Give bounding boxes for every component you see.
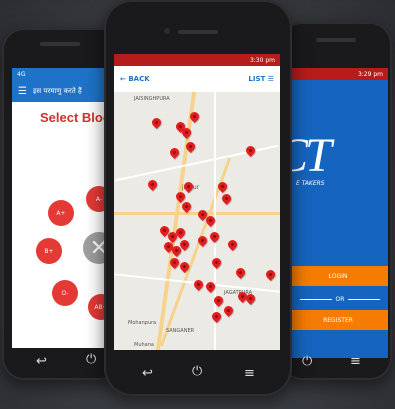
map-label: SANGANER — [166, 328, 195, 334]
register-button[interactable]: REGISTER — [290, 310, 388, 330]
login-button[interactable]: LOGIN — [290, 266, 388, 286]
location-pin[interactable] — [210, 256, 223, 269]
location-pin[interactable] — [234, 266, 247, 279]
header-title: इस परमाणु करते हैं — [32, 86, 82, 95]
right-phone: 3:29 pm CT E TAKERS LOGIN OR REGISTER ⏻ … — [280, 22, 392, 380]
status-time: 3:29 pm — [357, 70, 383, 78]
map-label: Mohanpura — [128, 320, 157, 326]
status-bar: 3:30 pm — [114, 54, 280, 66]
speaker — [40, 42, 80, 46]
back-nav-icon[interactable]: ↩ — [36, 354, 47, 369]
blood-group-o-minus[interactable]: O- — [52, 280, 78, 306]
list-button[interactable]: LIST ☰ — [248, 75, 274, 83]
location-pin[interactable] — [150, 116, 163, 129]
speaker — [316, 38, 356, 42]
status-bar: 3:29 pm — [290, 68, 388, 80]
status-time: 3:30 pm — [249, 56, 275, 64]
menu-icon[interactable]: ☰ — [18, 86, 27, 97]
or-label: OR — [335, 296, 345, 303]
back-nav-icon[interactable]: ↩ — [142, 366, 153, 381]
location-pin[interactable] — [192, 278, 205, 291]
map-header: ← BACK LIST ☰ — [114, 66, 280, 92]
location-pin[interactable] — [244, 144, 257, 157]
or-divider: OR — [300, 296, 380, 303]
location-pin[interactable] — [146, 178, 159, 191]
map-label: JAISINGHPURA — [134, 96, 170, 102]
center-phone: 3:30 pm ← BACK LIST ☰ JAISINGHPURA jaipu… — [104, 0, 292, 396]
front-camera — [164, 28, 170, 34]
menu-nav-icon[interactable]: ≡ — [244, 366, 255, 381]
speaker — [178, 30, 218, 34]
home-nav-icon[interactable]: ⏻ — [86, 352, 96, 367]
login-screen: 3:29 pm CT E TAKERS LOGIN OR REGISTER — [290, 68, 388, 358]
location-pin[interactable] — [208, 230, 221, 243]
app-logo: CT — [290, 129, 332, 182]
blood-group-b-plus[interactable]: B+ — [36, 238, 62, 264]
location-pin[interactable] — [226, 238, 239, 251]
menu-nav-icon[interactable]: ≡ — [350, 354, 361, 369]
location-pin[interactable] — [222, 304, 235, 317]
back-button[interactable]: ← BACK — [120, 75, 150, 83]
network-status: 4G — [17, 70, 26, 78]
arrow-left-icon: ← — [120, 75, 126, 83]
map-view[interactable]: JAISINGHPURA jaipur JAGATPURA Mohanpura … — [114, 92, 280, 350]
location-pin[interactable] — [168, 146, 181, 159]
location-pin[interactable] — [220, 192, 233, 205]
map-label: Muhana — [134, 342, 154, 348]
location-pin[interactable] — [180, 200, 193, 213]
location-pin[interactable] — [210, 310, 223, 323]
map-screen: 3:30 pm ← BACK LIST ☰ JAISINGHPURA jaipu… — [114, 54, 280, 350]
home-nav-icon[interactable]: ⏻ — [302, 354, 312, 369]
logo-tagline: E TAKERS — [296, 180, 325, 187]
blood-group-a-plus[interactable]: A+ — [48, 200, 74, 226]
location-pin[interactable] — [264, 268, 277, 281]
list-icon: ☰ — [267, 75, 274, 83]
home-nav-icon[interactable]: ⏻ — [192, 364, 202, 379]
